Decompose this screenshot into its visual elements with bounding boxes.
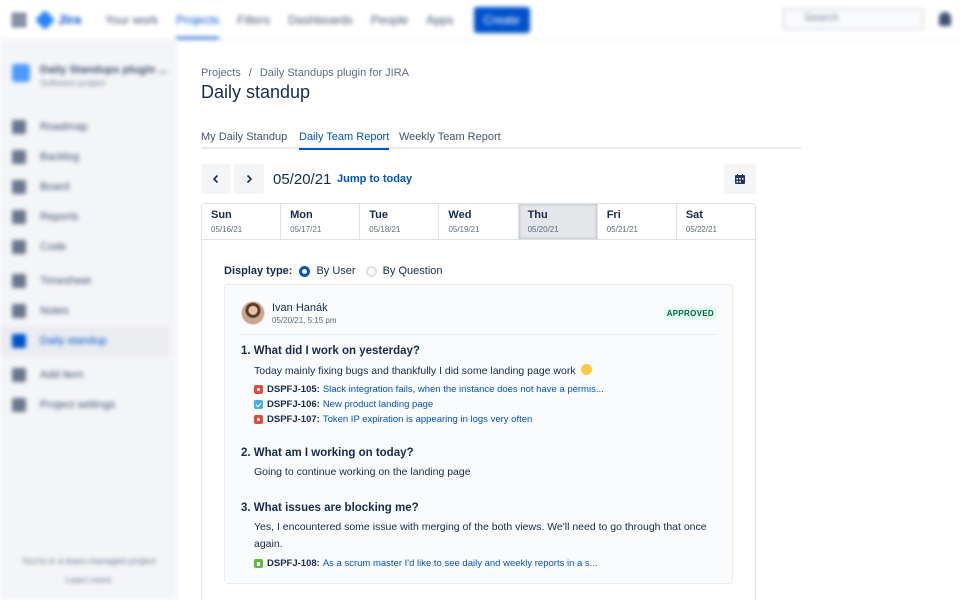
day-selector: Sun 05/16/21 Mon 05/17/21 Tue 05/18/21 Wed 0… [201, 203, 756, 240]
day-sun[interactable]: Sun 05/16/21 [202, 204, 282, 239]
display-type-label: Display type: [224, 265, 293, 277]
issue-link[interactable]: DSPFJ-105: Slack integration fails, when … [254, 384, 604, 395]
report-timestamp: 05/20/21, 5:15 pm [272, 316, 337, 325]
project-type: Software project [40, 78, 106, 88]
day-fri[interactable]: Fri 05/21/21 [597, 204, 677, 239]
issue-link[interactable]: DSPFJ-107: Token IP expiration is appeari… [254, 414, 532, 425]
add-item-icon [12, 368, 26, 382]
sidebar-item-add-item[interactable]: Add item [0, 360, 177, 390]
question-title: 1. What did I work on yesterday? [241, 345, 420, 357]
sidebar-item-backlog[interactable]: Backlog [0, 142, 177, 172]
nav-projects[interactable]: Projects [176, 13, 220, 39]
status-badge: APPROVED [663, 307, 717, 320]
page-title: Daily standup [201, 82, 311, 102]
calendar-icon [735, 174, 745, 184]
code-icon [12, 240, 26, 254]
sidebar-item-project-settings[interactable]: Project settings [0, 390, 177, 420]
notes-icon [12, 304, 26, 318]
by-question-radio[interactable] [365, 265, 377, 277]
emoji-icon [580, 364, 592, 375]
report-header: Ivan Hanák 05/20/21, 5:15 pm APPROVED [241, 301, 717, 335]
learn-more-link[interactable]: Learn more [0, 571, 177, 590]
chevron-right-icon [246, 174, 253, 184]
bug-icon [254, 385, 263, 394]
date-navigation: 05/20/21 Jump to today [201, 164, 756, 194]
user-report-card: Ivan Hanák 05/20/21, 5:15 pm APPROVED 1.… [224, 284, 733, 584]
create-button[interactable]: Create [473, 6, 530, 33]
day-sat[interactable]: Sat 05/22/21 [676, 204, 755, 239]
task-icon [254, 400, 263, 409]
timesheet-icon [12, 274, 26, 288]
question-title: 3. What issues are blocking me? [241, 502, 419, 514]
avatar [241, 301, 265, 325]
sidebar-footer: You're in a team-managed project Learn m… [0, 552, 177, 590]
breadcrumb-projects-link[interactable]: Projects [201, 67, 241, 79]
backlog-icon [12, 150, 26, 164]
roadmap-icon [12, 120, 26, 134]
reports-icon [12, 210, 26, 224]
by-question-label[interactable]: By Question [383, 265, 443, 277]
sidebar-item-code[interactable]: Code [0, 232, 177, 262]
by-user-radio[interactable] [299, 265, 311, 277]
bug-icon [254, 415, 263, 424]
sidebar-item-roadmap[interactable]: Roadmap [0, 112, 177, 142]
nav-filters[interactable]: Filters [237, 13, 270, 27]
day-wed[interactable]: Wed 05/19/21 [439, 204, 519, 239]
jira-logo-icon [35, 9, 55, 30]
nav-dashboards[interactable]: Dashboards [288, 13, 353, 27]
question-answer: Today mainly fixing bugs and thankfully … [254, 363, 714, 380]
user-name: Ivan Hanák [272, 302, 328, 314]
nav-apps[interactable]: Apps [426, 13, 453, 27]
by-user-label[interactable]: By User [316, 265, 355, 277]
search-input[interactable]: Search [782, 8, 924, 30]
current-date: 05/20/21 [273, 171, 332, 188]
display-type-selector: Display type: By User By Question [224, 265, 453, 277]
previous-day-button[interactable] [201, 164, 231, 194]
tab-daily-team-report[interactable]: Daily Team Report [299, 131, 390, 150]
day-mon[interactable]: Mon 05/17/21 [281, 204, 361, 239]
nav-your-work[interactable]: Your work [105, 13, 158, 27]
daily-standup-icon [12, 334, 26, 348]
question-title: 2. What am I working on today? [241, 447, 414, 459]
question-answer: Yes, I encountered some issue with mergi… [254, 521, 707, 550]
sidebar-item-board[interactable]: Board [0, 172, 177, 202]
next-day-button[interactable] [234, 164, 264, 194]
day-tue[interactable]: Tue 05/18/21 [360, 204, 440, 239]
project-sidebar: Daily Standups plugin ... Software proje… [0, 40, 177, 600]
jira-logo[interactable]: Jira [35, 9, 81, 30]
sidebar-item-reports[interactable]: Reports [0, 202, 177, 232]
story-icon [254, 559, 263, 568]
project-header[interactable]: Daily Standups plugin ... Software proje… [0, 40, 177, 88]
tab-bar: My Daily Standup Daily Team Report Weekl… [201, 128, 801, 150]
issue-link[interactable]: DSPFJ-106: New product landing page [254, 399, 433, 410]
board-icon [12, 180, 26, 194]
calendar-button[interactable] [724, 164, 756, 194]
jump-to-today-link[interactable]: Jump to today [337, 173, 412, 185]
day-thu[interactable]: Thu 05/20/21 [518, 204, 598, 239]
app-switcher-icon[interactable] [12, 12, 26, 27]
issue-link[interactable]: DSPFJ-108: As a scrum master I'd like to … [254, 558, 598, 569]
settings-icon [12, 398, 26, 412]
nav-people[interactable]: People [371, 13, 408, 27]
tab-my-daily-standup[interactable]: My Daily Standup [201, 131, 287, 143]
chevron-left-icon [212, 174, 219, 184]
sidebar-item-notes[interactable]: Notes [0, 296, 177, 326]
notification-icon[interactable] [939, 12, 951, 26]
project-avatar-icon [12, 64, 30, 82]
breadcrumb: Projects / Daily Standups plugin for JIRA [201, 67, 409, 79]
sidebar-item-timesheet[interactable]: Timesheet [0, 266, 177, 296]
report-panel: Display type: By User By Question Ivan H… [201, 239, 756, 600]
top-navigation: Jira Your work Projects Filters Dashboar… [0, 0, 960, 40]
question-answer: Going to continue working on the landing… [254, 466, 471, 478]
project-name: Daily Standups plugin ... [40, 64, 168, 76]
sidebar-item-daily-standup[interactable]: Daily standup [0, 326, 169, 356]
tab-weekly-team-report[interactable]: Weekly Team Report [399, 131, 501, 143]
breadcrumb-project-link[interactable]: Daily Standups plugin for JIRA [260, 67, 409, 79]
